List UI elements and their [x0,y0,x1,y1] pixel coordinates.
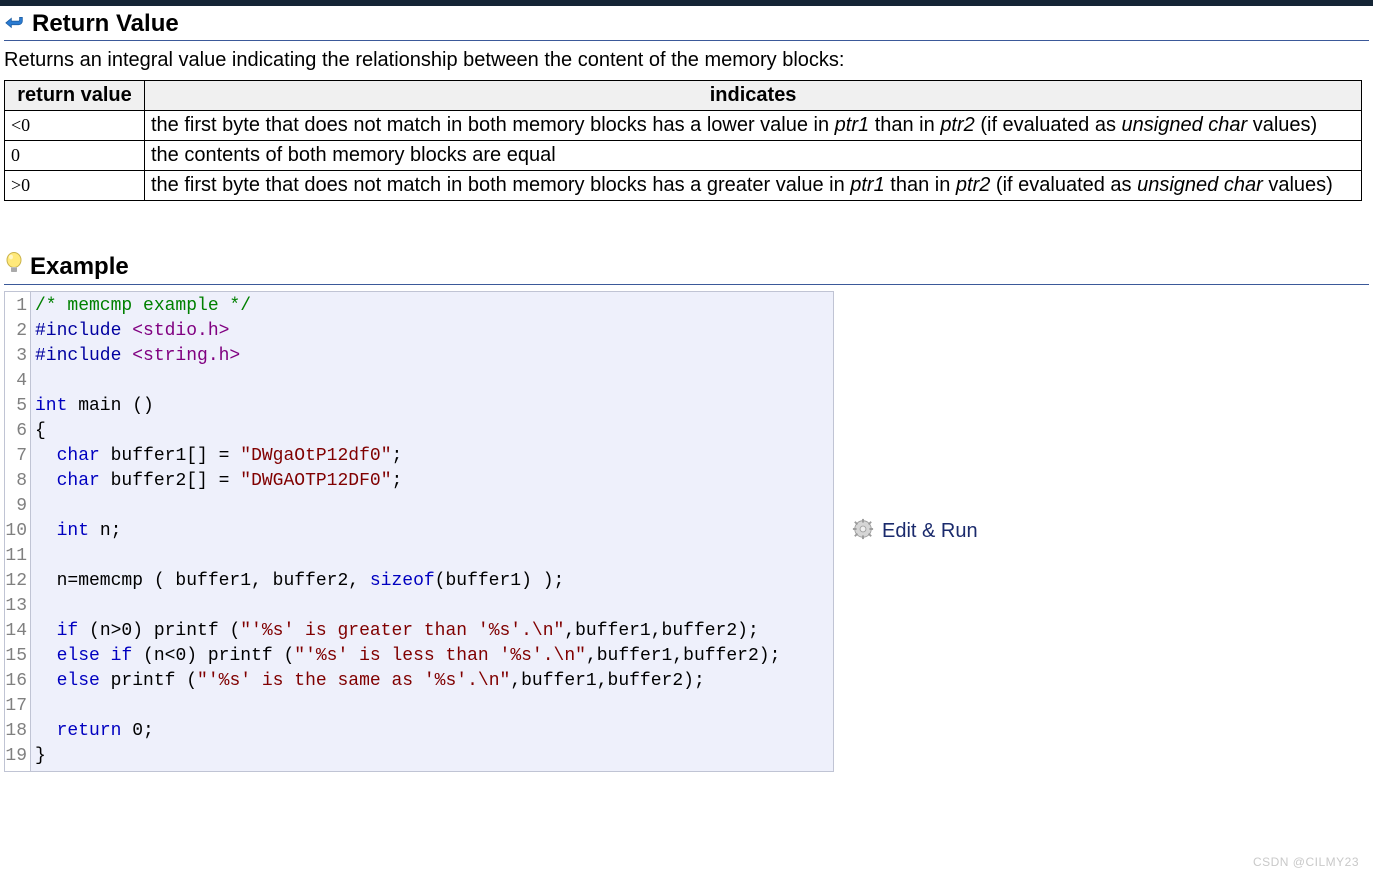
return-value-title: Return Value [32,10,179,38]
return-value-table: return value indicates <0 the first byte… [4,80,1362,201]
table-row: 0 the contents of both memory blocks are… [5,141,1362,171]
table-header-indicates: indicates [145,81,1362,111]
return-icon [4,11,26,38]
source-code: /* memcmp example */ #include <stdio.h> … [31,292,833,771]
example-title: Example [30,253,129,281]
return-value-description: Returns an integral value indicating the… [4,49,1369,72]
gear-icon [852,518,874,546]
ret-value-cell: 0 [5,141,145,171]
line-numbers: 12345678910111213141516171819 [5,292,31,771]
ret-desc-cell: the first byte that does not match in bo… [145,111,1362,141]
edit-run-button[interactable]: Edit & Run [852,518,978,546]
ret-desc-cell: the first byte that does not match in bo… [145,171,1362,201]
watermark: CSDN @CILMY23 [1253,855,1359,869]
lightbulb-icon [4,251,24,282]
table-header-value: return value [5,81,145,111]
ret-value-cell: <0 [5,111,145,141]
example-header: Example [4,251,1369,285]
return-value-header: Return Value [4,10,1369,41]
ret-value-cell: >0 [5,171,145,201]
code-block: 12345678910111213141516171819 /* memcmp … [4,291,834,772]
table-row: >0 the first byte that does not match in… [5,171,1362,201]
edit-run-label: Edit & Run [882,520,978,543]
ret-desc-cell: the contents of both memory blocks are e… [145,141,1362,171]
table-row: <0 the first byte that does not match in… [5,111,1362,141]
